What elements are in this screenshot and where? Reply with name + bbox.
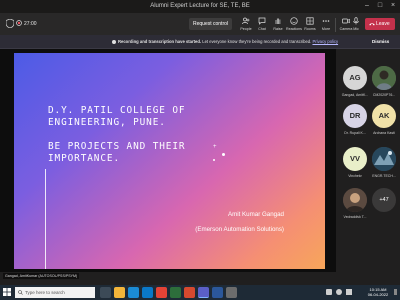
chat-button[interactable]: Chat bbox=[254, 16, 270, 34]
participant-name: Vinchekr bbox=[348, 174, 362, 178]
mic-label: Mic bbox=[353, 27, 359, 31]
maximize-icon[interactable]: □ bbox=[375, 1, 385, 11]
participant-photo[interactable] bbox=[343, 188, 367, 212]
settings-icon[interactable] bbox=[226, 287, 237, 298]
slide-plus-decoration: + bbox=[213, 144, 217, 150]
recording-banner: Recording and transcription have started… bbox=[0, 35, 400, 49]
person-photo-icon bbox=[372, 147, 396, 171]
more-button[interactable]: More bbox=[318, 16, 334, 34]
meeting-toolbar: 27:00 Request control People Chat Raise … bbox=[0, 13, 400, 35]
reactions-icon bbox=[290, 17, 298, 25]
excel-icon[interactable] bbox=[170, 287, 181, 298]
people-icon bbox=[242, 17, 250, 25]
privacy-policy-link[interactable]: Privacy policy bbox=[312, 39, 338, 44]
slide-title-line1: D.Y. PATIL COLLEGE OF bbox=[48, 105, 186, 116]
raise-hand-button[interactable]: Raise bbox=[270, 16, 286, 34]
windows-start-icon[interactable] bbox=[3, 288, 11, 296]
shield-icon bbox=[6, 19, 14, 28]
phone-hangup-icon bbox=[369, 23, 375, 26]
teams-icon[interactable] bbox=[198, 287, 209, 298]
leave-button[interactable]: Leave bbox=[365, 18, 395, 30]
task-view-icon[interactable] bbox=[100, 287, 111, 298]
participant-avatar[interactable]: DR bbox=[343, 104, 367, 128]
taskbar-search-box[interactable]: Type here to search bbox=[15, 287, 95, 298]
dismiss-button[interactable]: Dismiss bbox=[372, 39, 389, 44]
powerpoint-icon[interactable] bbox=[184, 287, 195, 298]
people-button[interactable]: People bbox=[238, 16, 254, 34]
participant-avatar[interactable]: AK bbox=[372, 104, 396, 128]
person-photo-icon bbox=[372, 66, 396, 90]
presentation-slide: D.Y. PATIL COLLEGE OF ENGINEERING, PUNE.… bbox=[14, 53, 325, 269]
more-icon bbox=[322, 20, 330, 22]
participant-avatar[interactable]: VV bbox=[343, 147, 367, 171]
presenter-name-tag: Gangad, AmitKumar (AUTOSOL/PSS/PSYM) bbox=[3, 273, 80, 279]
presenter-organization: (Emerson Automation Solutions) bbox=[195, 226, 284, 233]
rooms-button[interactable]: Rooms bbox=[302, 16, 318, 34]
more-participants-button[interactable]: +47 bbox=[372, 188, 396, 212]
participant-avatar[interactable]: AG bbox=[343, 66, 367, 90]
slide-subtitle: BE PROJECTS AND THEIR IMPORTANCE. bbox=[48, 141, 185, 165]
slide-title-line2: ENGINEERING, PUNE. bbox=[48, 117, 166, 128]
search-placeholder: Type here to search bbox=[25, 290, 65, 295]
search-icon bbox=[18, 290, 23, 295]
window-title: Alumni Expert Lecture for SE, TE, BE bbox=[150, 3, 250, 9]
participant-name: CM2020P76... bbox=[372, 93, 396, 97]
battery-icon[interactable] bbox=[346, 289, 352, 295]
record-icon bbox=[112, 40, 116, 44]
banner-bold-text: Recording and transcription have started… bbox=[118, 39, 202, 44]
chrome-browser-icon[interactable] bbox=[156, 287, 167, 298]
participant-photo[interactable] bbox=[372, 147, 396, 171]
clock-date: 06-04-2022 bbox=[367, 292, 389, 297]
reactions-button[interactable]: Reactions bbox=[286, 16, 302, 34]
clock[interactable]: 10:15 AM 06-04-2022 bbox=[364, 287, 392, 297]
slide-dot-decoration-small bbox=[213, 159, 215, 161]
file-explorer-icon[interactable] bbox=[114, 287, 125, 298]
network-icon[interactable] bbox=[326, 289, 332, 295]
slide-decorative-line bbox=[45, 169, 46, 269]
participant-name: Archana Kasti bbox=[373, 131, 395, 135]
slide-dot-decoration bbox=[222, 153, 225, 156]
chat-icon bbox=[258, 17, 266, 25]
recording-indicator-icon bbox=[16, 20, 22, 26]
presenter-name: Amit Kumar Gangad bbox=[227, 211, 284, 218]
raise-hand-icon bbox=[275, 18, 281, 24]
word-icon[interactable] bbox=[212, 287, 223, 298]
window-title-bar: Alumni Expert Lecture for SE, TE, BE – □… bbox=[0, 0, 400, 13]
edge-browser-icon[interactable] bbox=[128, 287, 139, 298]
windows-taskbar: Type here to search 10:15 AM 06-04-2022 bbox=[0, 285, 400, 300]
close-icon[interactable]: × bbox=[388, 1, 398, 11]
mail-icon[interactable] bbox=[142, 287, 153, 298]
participant-name: Gangad, AmitK... bbox=[341, 93, 369, 97]
mic-button[interactable]: Mic bbox=[349, 16, 363, 34]
notification-icon[interactable] bbox=[394, 289, 397, 295]
mic-icon bbox=[353, 17, 359, 25]
slide-subtitle-line2: IMPORTANCE. bbox=[48, 153, 120, 164]
minimize-icon[interactable]: – bbox=[362, 1, 372, 11]
participant-name: Dr. Rupali K... bbox=[344, 131, 366, 135]
leave-label: Leave bbox=[376, 21, 390, 27]
participant-photo[interactable] bbox=[372, 66, 396, 90]
meeting-timer: 27:00 bbox=[24, 21, 37, 27]
request-control-button[interactable]: Request control bbox=[189, 18, 232, 30]
slide-title: D.Y. PATIL COLLEGE OF ENGINEERING, PUNE. bbox=[48, 105, 185, 129]
volume-icon[interactable] bbox=[336, 289, 342, 295]
person-photo-icon bbox=[343, 188, 367, 212]
banner-message: Recording and transcription have started… bbox=[118, 39, 338, 44]
participant-name: ENGR.TECH... bbox=[372, 174, 396, 178]
banner-text: Let everyone know they're being recorded… bbox=[202, 39, 312, 44]
rooms-icon bbox=[306, 17, 314, 25]
participant-name: Vedraddivk T... bbox=[343, 215, 367, 219]
slide-subtitle-line1: BE PROJECTS AND THEIR bbox=[48, 141, 186, 152]
